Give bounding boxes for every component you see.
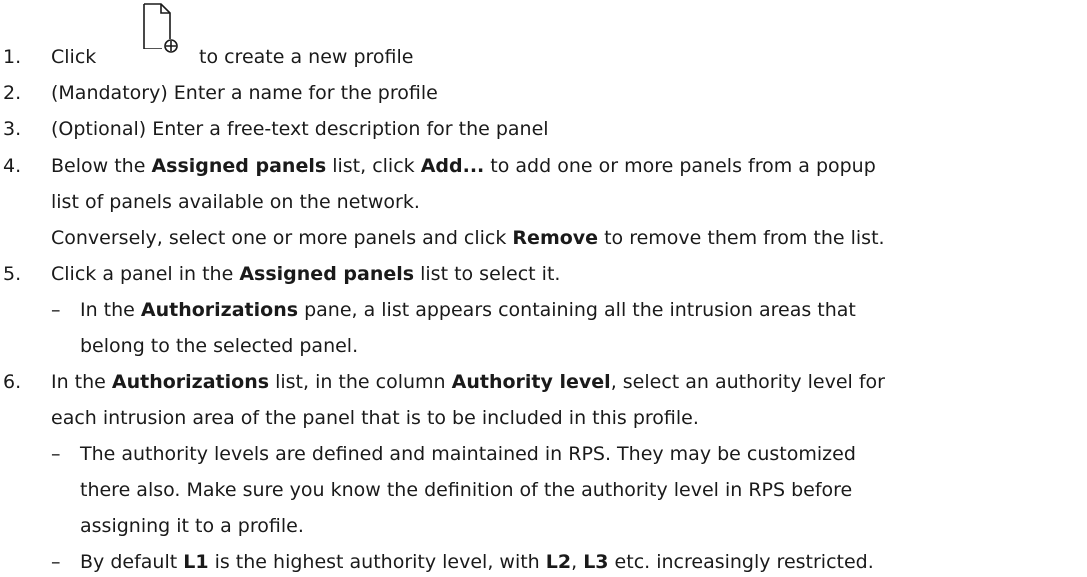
step-5-sub-line-2: belong to the selected panel. [80, 335, 359, 357]
step-6-sub-2-line-1: By default L1 is the highest authority l… [80, 551, 874, 573]
step-6-sub-1-line-1: The authority levels are defined and mai… [80, 443, 856, 465]
step-1-text-b: to create a new profile [199, 46, 414, 68]
step-number: 2. [3, 82, 22, 104]
plus-circle-icon [164, 39, 178, 53]
step-number: 4. [3, 155, 22, 177]
list-dash: – [51, 551, 61, 573]
step-5-line-1: Click a panel in the Assigned panels lis… [51, 263, 561, 285]
step-3-text: (Optional) Enter a free-text description… [51, 118, 549, 140]
step-4-line-3: Conversely, select one or more panels an… [51, 227, 885, 249]
step-number: 5. [3, 263, 22, 285]
step-5-sub-line-1: In the Authorizations pane, a list appea… [80, 299, 856, 321]
list-dash: – [51, 299, 61, 321]
step-6-line-2: each intrusion area of the panel that is… [51, 407, 699, 429]
step-6-line-1: In the Authorizations list, in the colum… [51, 371, 885, 393]
step-number: 6. [3, 371, 22, 393]
step-4-line-1: Below the Assigned panels list, click Ad… [51, 155, 876, 177]
step-number: 3. [3, 118, 22, 140]
step-1-text-a: Click [51, 46, 97, 68]
step-number: 1. [3, 46, 22, 68]
step-6-sub-1-line-2: there also. Make sure you know the defin… [80, 479, 853, 501]
step-6-sub-1-line-3: assigning it to a profile. [80, 515, 304, 537]
step-4-line-2: list of panels available on the network. [51, 191, 420, 213]
list-dash: – [51, 443, 61, 465]
step-2-text: (Mandatory) Enter a name for the profile [51, 82, 438, 104]
